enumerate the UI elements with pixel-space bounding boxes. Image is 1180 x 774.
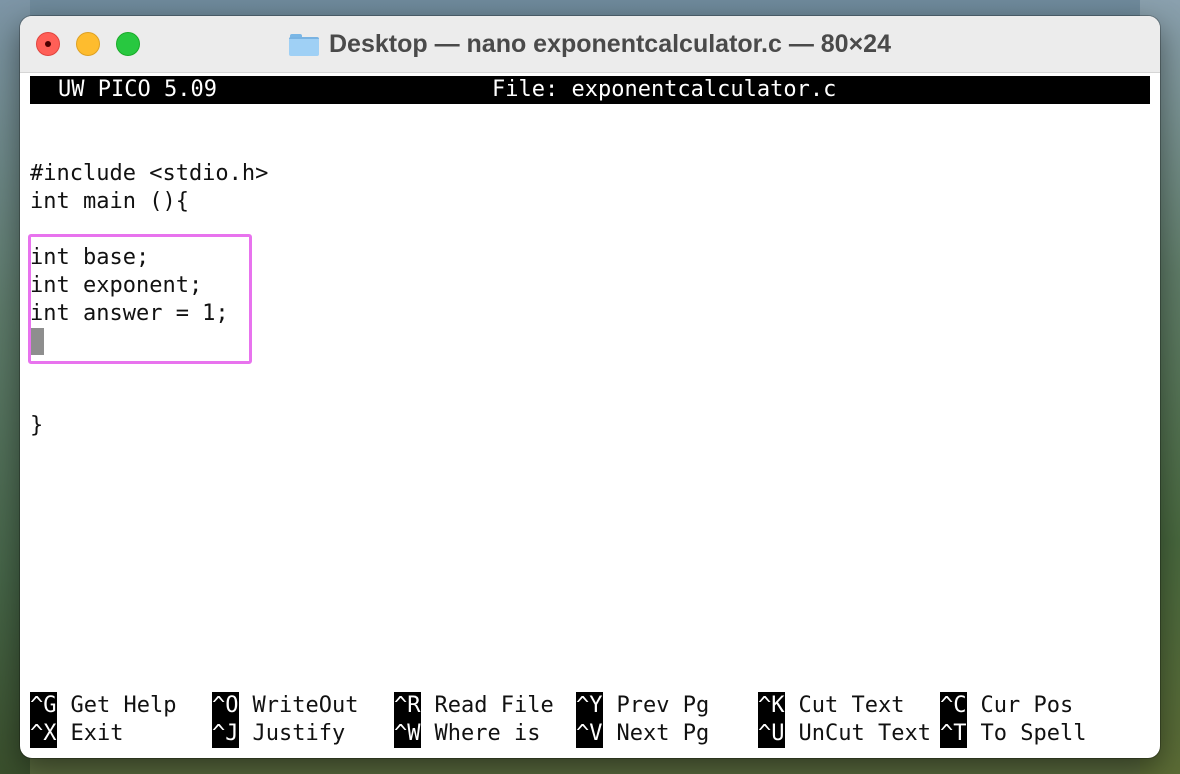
shortcut-key: ^J [212, 720, 239, 748]
editor-file-name: File: exponentcalculator.c [492, 77, 837, 102]
shortcut-uncut-text[interactable]: ^U UnCut Text [758, 720, 931, 748]
shortcut-key: ^X [30, 720, 57, 748]
window-title: Desktop — nano exponentcalculator.c — 80… [329, 29, 891, 58]
shortcut-key: ^W [394, 720, 421, 748]
shortcut-key: ^V [576, 720, 603, 748]
title-bar[interactable]: Desktop — nano exponentcalculator.c — 80… [20, 16, 1160, 73]
shortcut-label: UnCut Text [798, 721, 931, 746]
shortcut-cut-text[interactable]: ^K Cut Text [758, 692, 904, 720]
window-title-container: Desktop — nano exponentcalculator.c — 80… [20, 16, 1160, 72]
shortcut-label: Next Pg [616, 721, 710, 746]
shortcut-key: ^U [758, 720, 785, 748]
shortcut-label: Where is [434, 721, 541, 746]
shortcut-key: ^O [212, 692, 239, 720]
editor-version: UW PICO 5.09 [58, 77, 217, 102]
shortcut-key: ^Y [576, 692, 603, 720]
shortcut-prev-page[interactable]: ^Y Prev Pg [576, 692, 709, 720]
code-line[interactable]: int main (){ [30, 188, 189, 216]
shortcut-justify[interactable]: ^J Justify [212, 720, 345, 748]
shortcut-to-spell[interactable]: ^T To Spell [940, 720, 1086, 748]
shortcut-label: Get Help [70, 693, 177, 718]
folder-icon [289, 32, 319, 56]
shortcut-key: ^K [758, 692, 785, 720]
shortcut-label: Exit [70, 721, 124, 746]
shortcut-label: WriteOut [252, 693, 359, 718]
nano-editor[interactable]: UW PICO 5.09 File: exponentcalculator.c … [28, 76, 1150, 752]
shortcut-get-help[interactable]: ^G Get Help [30, 692, 176, 720]
shortcut-key: ^C [940, 692, 967, 720]
shortcut-label: Cur Pos [980, 693, 1074, 718]
shortcut-key: ^R [394, 692, 421, 720]
shortcut-label: Justify [252, 721, 346, 746]
editor-header-bar: UW PICO 5.09 File: exponentcalculator.c [30, 76, 1150, 104]
shortcut-next-page[interactable]: ^V Next Pg [576, 720, 709, 748]
terminal-window: Desktop — nano exponentcalculator.c — 80… [20, 16, 1160, 758]
shortcut-key: ^G [30, 692, 57, 720]
shortcut-read-file[interactable]: ^R Read File [394, 692, 554, 720]
shortcut-label: Prev Pg [616, 693, 710, 718]
code-line[interactable]: #include <stdio.h> [30, 160, 268, 188]
shortcut-label: Read File [434, 693, 554, 718]
code-line[interactable]: } [30, 412, 43, 440]
shortcut-key: ^T [940, 720, 967, 748]
shortcut-where-is[interactable]: ^W Where is [394, 720, 540, 748]
shortcut-writeout[interactable]: ^O WriteOut [212, 692, 358, 720]
shortcut-cur-pos[interactable]: ^C Cur Pos [940, 692, 1073, 720]
shortcut-exit[interactable]: ^X Exit [30, 720, 123, 748]
shortcut-label: To Spell [980, 721, 1087, 746]
shortcut-label: Cut Text [798, 693, 905, 718]
highlight-box [28, 234, 252, 364]
